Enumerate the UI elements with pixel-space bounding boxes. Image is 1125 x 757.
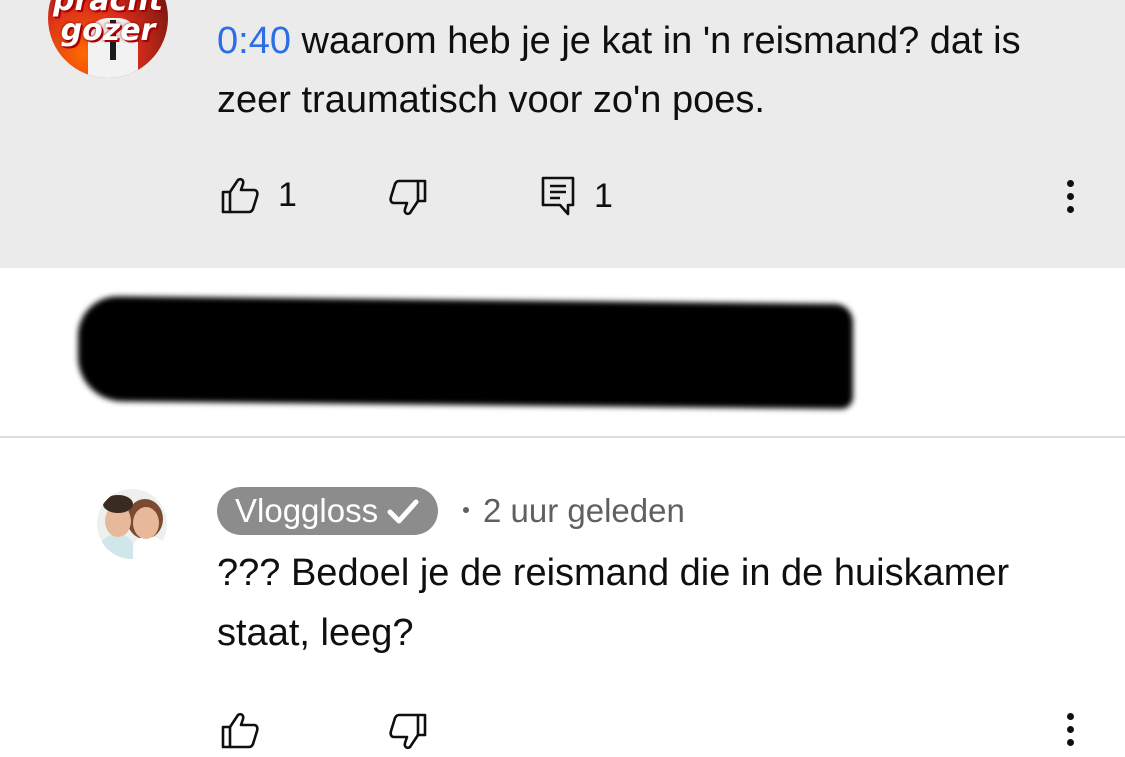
like-button[interactable]: 1 (220, 175, 297, 215)
author-chip[interactable]: Vloggloss (217, 487, 439, 535)
author-name: Vloggloss (235, 492, 379, 529)
like-count: 1 (278, 176, 297, 214)
comment-meta: 2 uur geleden (463, 490, 685, 532)
more-vert-icon[interactable] (1065, 180, 1075, 219)
avatar-face-shape (133, 507, 159, 539)
more-vert-icon[interactable] (1065, 713, 1075, 752)
thumbs-down-icon (389, 179, 427, 216)
verified-check-icon (387, 499, 419, 524)
avatar-logo-text-2: gozer (60, 13, 156, 48)
thumbs-up-icon (221, 712, 259, 749)
commenter-avatar[interactable]: pracht gozer (48, 0, 168, 78)
replies-button[interactable]: 1 (540, 175, 613, 217)
creator-avatar[interactable] (97, 489, 167, 559)
avatar-shirt-shape (133, 537, 165, 559)
redaction-scribble (78, 295, 853, 410)
comment-text: 0:40 waarom heb je je kat in 'n reismand… (217, 12, 1097, 130)
highlighted-comment: pracht gozer 0:40 waarom heb je je kat i… (0, 0, 1125, 268)
divider (0, 436, 1125, 438)
thumbs-up-icon (221, 177, 259, 214)
reply-like-button[interactable] (220, 710, 260, 750)
timestamp-link[interactable]: 0:40 (217, 20, 291, 62)
avatar-hair-shape (103, 495, 133, 513)
separator-dot (463, 507, 469, 514)
time-ago: 2 uur geleden (483, 492, 685, 529)
thumbs-down-icon (389, 713, 427, 750)
avatar-shirt-shape (101, 535, 133, 559)
reply-text: ??? Bedoel je de reismand die in de huis… (217, 552, 1010, 654)
reply-dislike-button[interactable] (388, 712, 428, 752)
reply-count: 1 (594, 177, 613, 215)
comment-body: waarom heb je je kat in 'n reismand? dat… (217, 20, 1021, 121)
comment-icon (541, 176, 575, 216)
dislike-button[interactable] (388, 178, 428, 218)
